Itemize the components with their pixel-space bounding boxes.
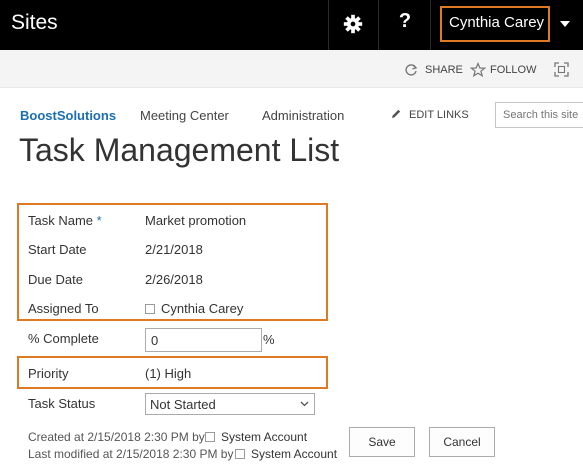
presence-checkbox-icon [235, 449, 245, 459]
star-icon[interactable] [470, 62, 486, 78]
nav-item-meeting-center[interactable]: Meeting Center [140, 108, 229, 123]
created-info: Created at 2/15/2018 2:30 PM by [28, 430, 205, 444]
presence-checkbox-icon [145, 304, 155, 314]
created-by-user[interactable]: System Account [205, 430, 307, 444]
pencil-icon[interactable] [390, 108, 402, 120]
edit-links-button[interactable]: EDIT LINKS [409, 109, 469, 121]
modified-info: Last modified at 2/15/2018 2:30 PM by [28, 447, 234, 461]
assigned-to-label: Assigned To [28, 301, 99, 316]
suite-separator [378, 0, 379, 50]
task-name-label: Task Name * [28, 213, 102, 228]
due-date-value: 2/26/2018 [145, 272, 203, 287]
assigned-to-user-link[interactable]: Cynthia Carey [161, 301, 243, 316]
start-date-label: Start Date [28, 242, 87, 257]
page-title: Task Management List [19, 132, 340, 168]
task-status-select[interactable]: Not Started [145, 393, 315, 415]
modified-by-user[interactable]: System Account [235, 447, 337, 461]
task-status-selected-value: Not Started [150, 397, 216, 412]
chevron-down-icon [300, 401, 309, 407]
required-mark: * [96, 213, 102, 228]
search-input[interactable] [495, 102, 583, 128]
due-date-label: Due Date [28, 272, 83, 287]
user-name-button[interactable]: Cynthia Carey [449, 14, 544, 31]
start-date-value: 2/21/2018 [145, 242, 203, 257]
focus-content-icon[interactable] [554, 62, 569, 77]
follow-button[interactable]: FOLLOW [490, 64, 536, 76]
caret-down-icon[interactable] [560, 21, 570, 27]
nav-item-administration[interactable]: Administration [262, 108, 344, 123]
gear-icon[interactable] [342, 13, 364, 35]
help-icon[interactable]: ? [395, 10, 415, 33]
percent-complete-label: % Complete [28, 331, 99, 346]
presence-checkbox-icon [205, 432, 215, 442]
priority-value: (1) High [145, 366, 192, 381]
suite-separator [430, 0, 431, 50]
percent-complete-input[interactable] [145, 328, 262, 352]
share-button[interactable]: SHARE [425, 64, 463, 76]
save-button[interactable]: Save [349, 427, 415, 457]
suite-title[interactable]: Sites [11, 11, 58, 35]
share-icon[interactable] [404, 63, 418, 77]
task-status-label: Task Status [28, 396, 96, 411]
task-name-value: Market promotion [145, 213, 247, 228]
percent-unit: % [263, 332, 275, 347]
cancel-button[interactable]: Cancel [429, 427, 495, 457]
priority-label: Priority [28, 366, 69, 381]
suite-separator [328, 0, 329, 50]
assigned-to-value: Cynthia Carey [145, 301, 243, 316]
nav-site-name[interactable]: BoostSolutions [20, 108, 116, 123]
